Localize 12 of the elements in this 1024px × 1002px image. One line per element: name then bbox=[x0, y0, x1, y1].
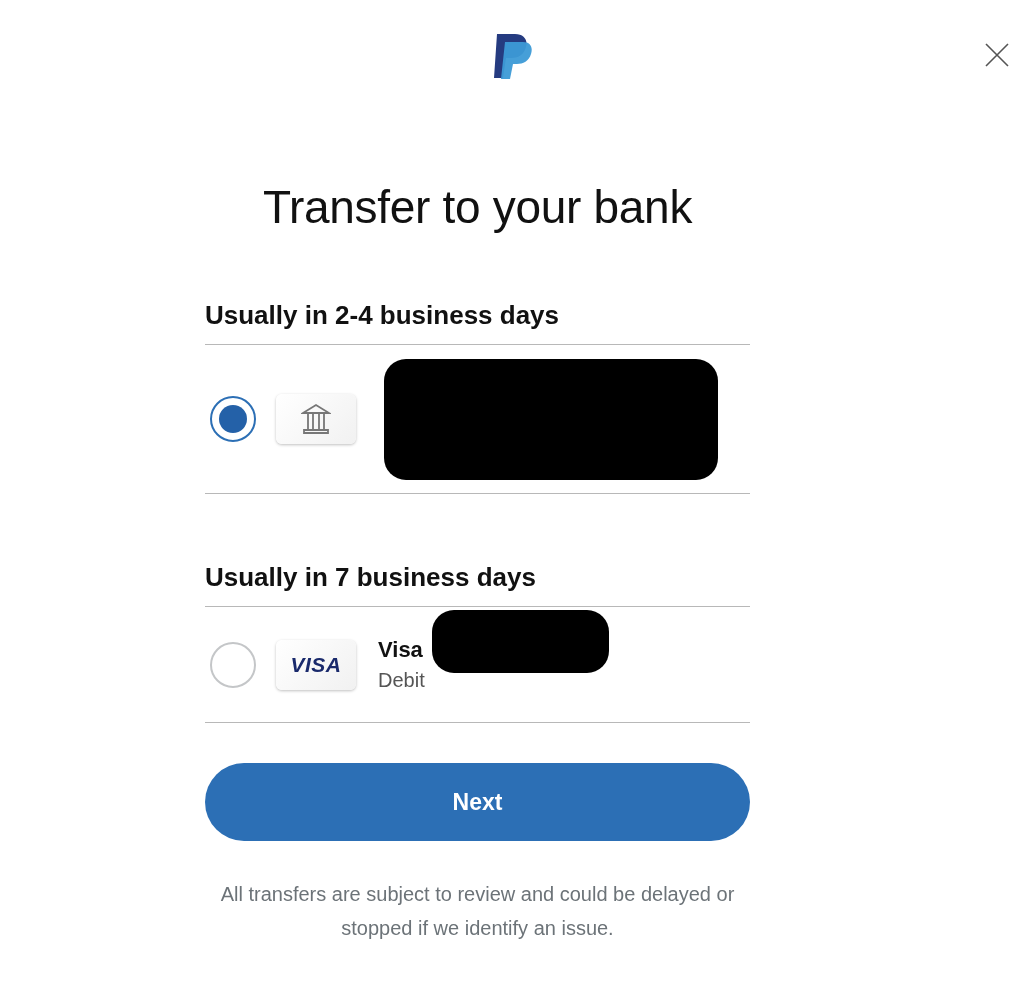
radio-button[interactable] bbox=[210, 641, 256, 688]
next-button[interactable]: Next bbox=[205, 763, 750, 841]
close-button[interactable] bbox=[984, 42, 1010, 68]
section-heading: Usually in 2-4 business days bbox=[205, 302, 750, 345]
account-name: Visa bbox=[378, 636, 424, 665]
logo-icon bbox=[491, 32, 533, 80]
disclaimer-text: All transfers are subject to review and could be delayed or stopped if we identify an issue. bbox=[219, 882, 736, 941]
account-detail: Debit bbox=[378, 667, 425, 693]
bank-icon bbox=[301, 403, 331, 435]
radio-button[interactable] bbox=[210, 396, 256, 442]
section-heading: Usually in 7 business days bbox=[205, 564, 750, 607]
card-logo: VISA bbox=[290, 651, 342, 678]
